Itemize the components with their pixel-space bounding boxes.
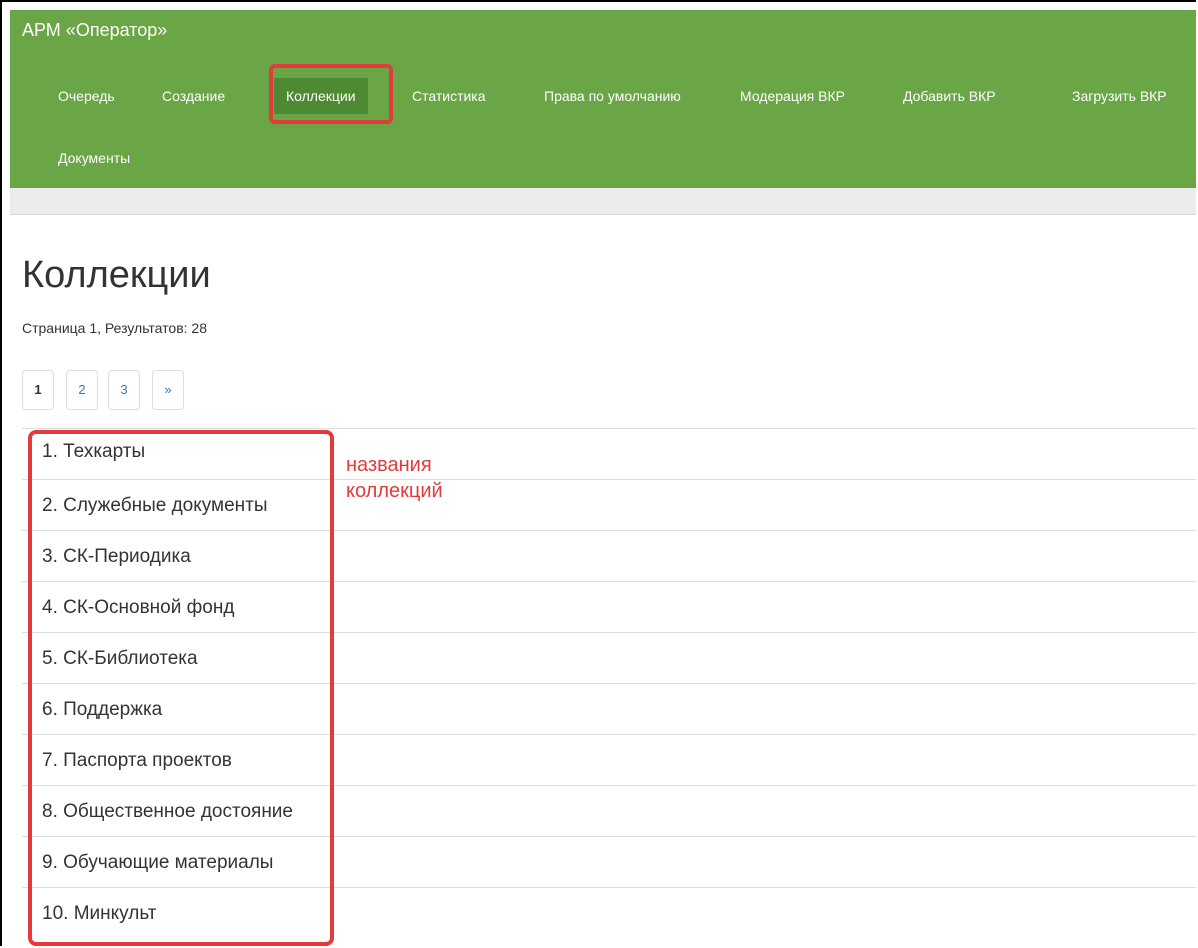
nav-item-default-rights[interactable]: Права по умолчанию	[544, 86, 681, 106]
page-title: Коллекции	[22, 254, 211, 296]
nav-item-moderation[interactable]: Модерация ВКР	[740, 86, 845, 106]
page-button-2[interactable]: 2	[66, 370, 98, 410]
nav-item-upload-thesis[interactable]: Загрузить ВКР	[1072, 86, 1167, 106]
annotation-label: названия коллекций	[346, 452, 443, 504]
nav-item-collections[interactable]: Коллекции	[274, 78, 368, 114]
page-button-1[interactable]: 1	[22, 370, 54, 410]
annotation-line-1: названия	[346, 454, 432, 476]
collections-list: 1. Техкарты 2. Служебные документы 3. СК…	[22, 428, 1196, 938]
nav-item-add-thesis[interactable]: Добавить ВКР	[903, 86, 996, 106]
list-item[interactable]: 2. Служебные документы	[22, 479, 1196, 530]
list-item[interactable]: 10. Минкульт	[22, 887, 1196, 938]
app-brand[interactable]: АРМ «Оператор»	[22, 20, 167, 41]
annotation-line-2: коллекций	[346, 480, 443, 502]
results-summary: Страница 1, Результатов: 28	[22, 320, 207, 336]
page-button-3[interactable]: 3	[108, 370, 140, 410]
list-item[interactable]: 3. СК-Периодика	[22, 530, 1196, 581]
list-item[interactable]: 6. Поддержка	[22, 683, 1196, 734]
nav-item-create[interactable]: Создание	[162, 86, 225, 106]
top-navbar: АРМ «Оператор» Очередь Создание Коллекци…	[10, 10, 1196, 188]
list-item[interactable]: 4. СК-Основной фонд	[22, 581, 1196, 632]
sub-header-bar	[10, 188, 1196, 215]
list-item[interactable]: 5. СК-Библиотека	[22, 632, 1196, 683]
page-button-next[interactable]: »	[152, 370, 184, 410]
list-item[interactable]: 7. Паспорта проектов	[22, 734, 1196, 785]
list-item[interactable]: 9. Обучающие материалы	[22, 836, 1196, 887]
nav-item-statistics[interactable]: Статистика	[412, 86, 486, 106]
nav-item-queue[interactable]: Очередь	[58, 86, 115, 106]
list-item[interactable]: 1. Техкарты	[22, 428, 1196, 479]
list-item[interactable]: 8. Общественное достояние	[22, 785, 1196, 836]
app-window: АРМ «Оператор» Очередь Создание Коллекци…	[0, 0, 1196, 946]
nav-item-documents[interactable]: Документы	[58, 148, 130, 168]
